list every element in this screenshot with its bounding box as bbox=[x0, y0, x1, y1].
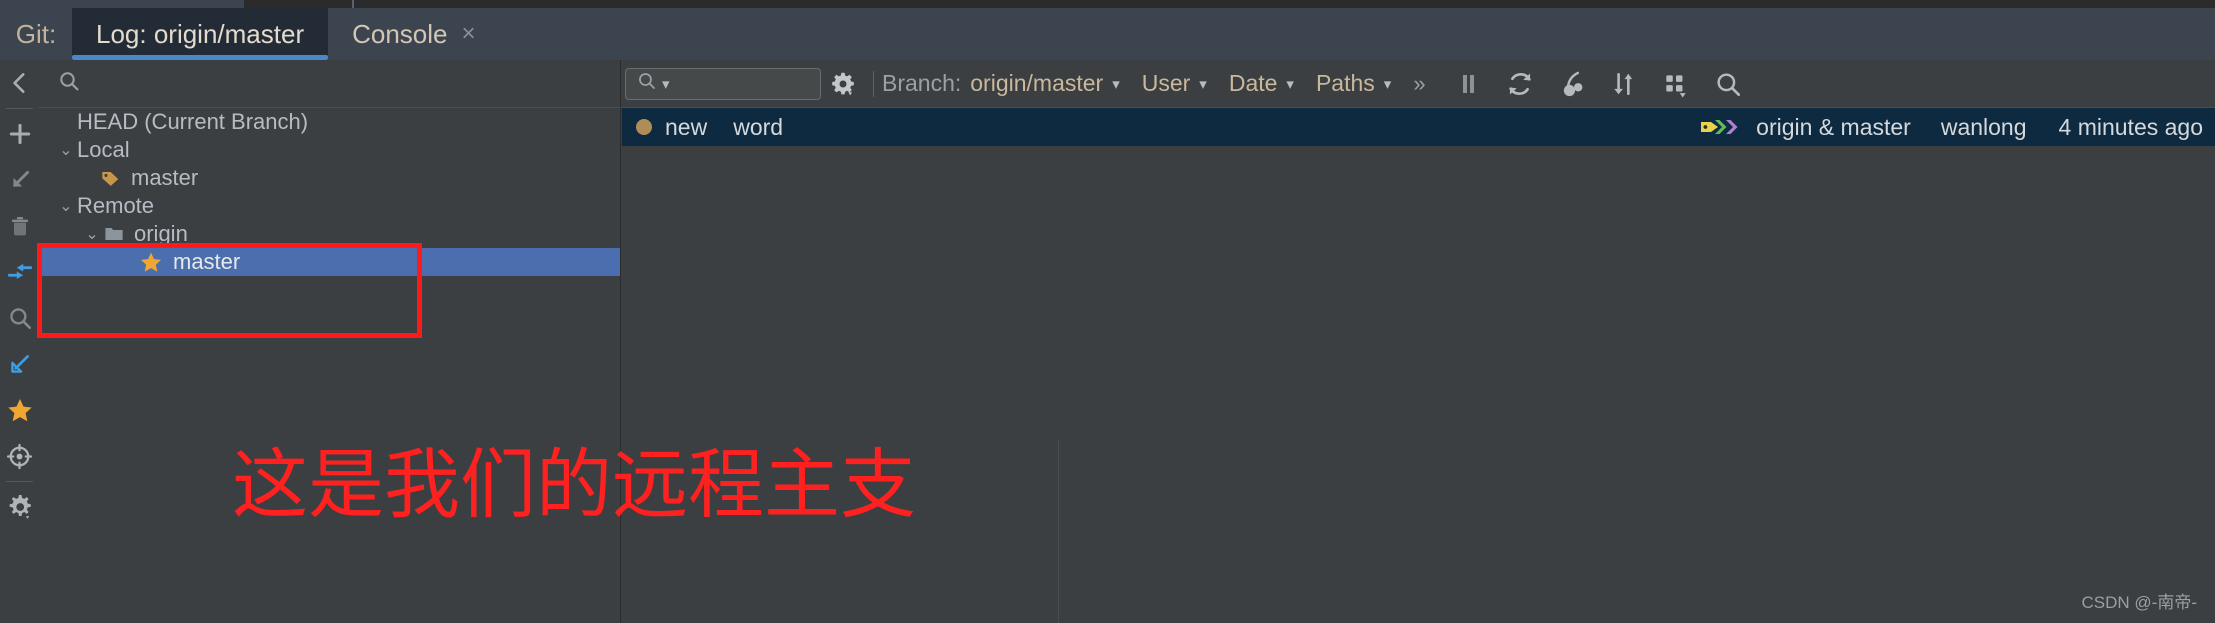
close-icon[interactable]: × bbox=[462, 20, 476, 48]
window-top-strip bbox=[0, 0, 2215, 8]
search-icon bbox=[636, 70, 658, 97]
tree-item-local[interactable]: ⌄ Local bbox=[39, 136, 620, 164]
sort-icon[interactable] bbox=[1598, 60, 1650, 107]
folder-icon bbox=[103, 223, 125, 245]
rebase-icon[interactable] bbox=[0, 341, 39, 387]
chevron-down-icon[interactable]: ⌄ bbox=[55, 140, 77, 160]
tab-label: Console bbox=[352, 18, 448, 49]
chevron-down-icon[interactable]: ⌄ bbox=[81, 224, 103, 244]
commit-refs: origin & master bbox=[1756, 113, 1911, 140]
branches-toolbar bbox=[0, 60, 39, 623]
commit-subject-extra: word bbox=[733, 113, 784, 140]
filter-paths-label: Paths bbox=[1315, 70, 1375, 96]
toolbar-divider bbox=[6, 108, 33, 109]
tree-item-label: HEAD (Current Branch) bbox=[77, 109, 309, 134]
tree-item-origin-master[interactable]: master bbox=[39, 248, 620, 276]
git-log-main: HEAD (Current Branch) ⌄ Local master ⌄ R… bbox=[39, 60, 2215, 623]
tree-item-label: Local bbox=[77, 137, 130, 162]
tree-item-label: master bbox=[173, 249, 241, 274]
chevron-down-icon[interactable]: ▾ bbox=[1199, 75, 1207, 93]
commit-subject: new bbox=[665, 113, 708, 140]
tool-window-tabbar: Git: Log: origin/master Console × bbox=[0, 8, 2215, 60]
filter-paths[interactable]: Paths ▾ bbox=[1316, 70, 1391, 97]
tree-item-label: origin bbox=[134, 221, 188, 246]
top-strip-divider bbox=[352, 0, 354, 8]
checkout-icon[interactable] bbox=[0, 157, 39, 203]
favorite-icon[interactable] bbox=[0, 387, 39, 433]
log-settings-button[interactable] bbox=[821, 71, 865, 97]
log-search-input[interactable]: ▾ bbox=[625, 67, 821, 100]
log-toolbar: ▾ Branch: origin/master ▾ User ▾ Date ▾ … bbox=[622, 60, 2215, 107]
tree-item-head[interactable]: HEAD (Current Branch) bbox=[39, 108, 620, 136]
watermark: CSDN @-南帝- bbox=[2081, 593, 2197, 612]
search-icon[interactable] bbox=[0, 295, 39, 341]
reset-icon[interactable] bbox=[0, 433, 39, 479]
toolbar-divider bbox=[873, 70, 874, 97]
delete-icon[interactable] bbox=[0, 203, 39, 249]
tool-window-label: Git: bbox=[15, 18, 57, 49]
tab-log-origin-master[interactable]: Log: origin/master bbox=[72, 8, 329, 60]
overflow-icon[interactable]: » bbox=[1413, 71, 1425, 97]
branch-filter-row[interactable] bbox=[39, 60, 621, 107]
chevron-down-icon[interactable]: ▾ bbox=[1286, 75, 1294, 93]
commit-meta: origin & master wanlong 4 minutes ago bbox=[1700, 114, 2203, 141]
search-icon[interactable] bbox=[1702, 60, 1754, 107]
filter-branch-value: origin/master bbox=[970, 70, 1104, 96]
columns-icon[interactable] bbox=[1650, 60, 1702, 107]
star-icon bbox=[139, 250, 163, 274]
merge-icon[interactable] bbox=[0, 249, 39, 295]
filter-date-label: Date bbox=[1228, 70, 1278, 96]
pause-icon[interactable] bbox=[1442, 60, 1494, 107]
filter-user[interactable]: User ▾ bbox=[1142, 70, 1207, 97]
chevron-down-icon[interactable]: ⌄ bbox=[55, 196, 77, 216]
panel-divider bbox=[1058, 440, 1059, 623]
filter-branch[interactable]: Branch: origin/master ▾ bbox=[882, 70, 1120, 97]
add-icon[interactable] bbox=[0, 111, 39, 157]
branches-tree: HEAD (Current Branch) ⌄ Local master ⌄ R… bbox=[39, 107, 621, 623]
annotation-note: 这是我们的远程主支 bbox=[232, 440, 916, 529]
settings-icon[interactable] bbox=[0, 484, 39, 530]
tree-item-origin[interactable]: ⌄ origin bbox=[39, 220, 620, 248]
filter-user-label: User bbox=[1141, 70, 1191, 96]
tree-item-remote[interactable]: ⌄ Remote bbox=[39, 192, 620, 220]
refresh-icon[interactable] bbox=[1494, 60, 1546, 107]
cherry-pick-icon[interactable] bbox=[1546, 60, 1598, 107]
commit-list: new word origin & master wanlong 4 minut… bbox=[622, 107, 2215, 623]
tree-item-label: master bbox=[131, 165, 199, 190]
filter-branch-key: Branch: bbox=[882, 70, 962, 96]
commit-node-icon bbox=[636, 119, 652, 135]
chevron-down-icon[interactable]: ▾ bbox=[1384, 75, 1392, 93]
chevron-down-icon[interactable]: ▾ bbox=[662, 75, 670, 93]
tab-label: Log: origin/master bbox=[96, 18, 305, 49]
tab-console[interactable]: Console × bbox=[328, 8, 499, 60]
tag-icon bbox=[99, 167, 121, 189]
search-icon bbox=[57, 69, 81, 98]
commit-date: 4 minutes ago bbox=[2058, 113, 2203, 140]
chevron-down-icon[interactable]: ▾ bbox=[1112, 75, 1120, 93]
collapse-back-icon[interactable] bbox=[0, 60, 39, 106]
tree-item-local-master[interactable]: master bbox=[39, 164, 620, 192]
top-strip-segment bbox=[0, 0, 244, 8]
toolbar-divider bbox=[6, 481, 33, 482]
branch-labels-icon bbox=[1700, 114, 1746, 140]
filter-date[interactable]: Date ▾ bbox=[1229, 70, 1294, 97]
tree-item-label: Remote bbox=[77, 193, 155, 218]
table-row[interactable]: new word origin & master wanlong 4 minut… bbox=[622, 108, 2215, 146]
commit-author: wanlong bbox=[1940, 113, 2027, 140]
